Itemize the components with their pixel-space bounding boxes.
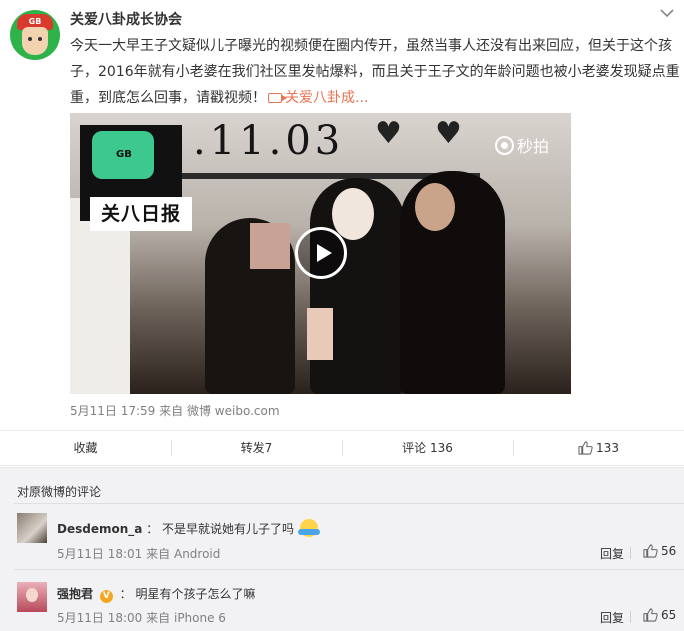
video-frame-face <box>332 188 374 240</box>
reply-button[interactable]: 回复 <box>600 609 624 626</box>
comment-text: 不是早就说她有儿子了吗 <box>162 522 295 536</box>
comment-like-button[interactable]: 56 <box>643 544 676 558</box>
favorite-button[interactable]: 收藏 <box>0 431 171 464</box>
thumbs-up-icon <box>643 608 658 622</box>
thumbs-up-icon <box>578 440 593 455</box>
comment-text: 明星有个孩子怎么了嘛 <box>135 587 256 601</box>
like-count: 133 <box>596 440 619 455</box>
chevron-down-icon[interactable] <box>659 5 675 21</box>
video-link[interactable]: 关爱八卦成... <box>285 90 368 106</box>
play-button[interactable] <box>295 227 347 279</box>
comment-meta: 5月11日 18:00 来自 iPhone 6 <box>57 609 226 626</box>
post-body: 今天一大早王子文疑似儿子曝光的视频便在圈内传开，虽然当事人还没有出来回应，但关于… <box>70 38 680 106</box>
watermark-text: 秒拍 <box>516 137 549 156</box>
thumbs-up-icon <box>643 544 658 558</box>
comments-section: 对原微博的评论 Desdemon_a ： 不是早就说她有儿子了吗 5月11日 1… <box>0 467 684 631</box>
comment-time: 5月11日 18:00 <box>57 611 143 625</box>
source-prefix: 来自 <box>159 404 184 418</box>
commenter-avatar[interactable] <box>17 513 47 543</box>
comment-separator: ： <box>146 522 159 536</box>
heart-icon: ♥ <box>435 116 462 151</box>
comment-source-prefix: 来自 <box>146 611 171 625</box>
comment-source: Android <box>173 547 221 561</box>
logo-bubble-text: GB <box>116 149 132 160</box>
comment-time: 5月11日 18:01 <box>57 547 143 561</box>
heart-icon: ♥ <box>375 116 402 151</box>
post-source[interactable]: 微博 weibo.com <box>187 404 280 418</box>
comment-button[interactable]: 评论 136 <box>342 431 513 464</box>
weibo-post-card: GB 关爱八卦成长协会 今天一大早王子文疑似儿子曝光的视频便在圈内传开，虽然当事… <box>0 0 684 466</box>
verified-badge-icon: V <box>99 590 113 603</box>
avatar-eye <box>28 37 32 41</box>
comment-label: 评论 136 <box>402 441 453 455</box>
divider <box>14 503 684 504</box>
post-timestamp[interactable]: 5月11日 17:59 <box>70 404 155 418</box>
like-button[interactable]: 133 <box>513 431 684 464</box>
divider <box>630 547 631 559</box>
video-link-icon <box>268 93 287 103</box>
avatar-face <box>22 27 48 55</box>
comment-like-count: 56 <box>661 544 677 558</box>
comment-source-prefix: 来自 <box>146 547 171 561</box>
video-frame-mosaic <box>307 308 333 360</box>
author-avatar[interactable]: GB <box>10 10 60 60</box>
avatar-eye <box>38 37 42 41</box>
author-name[interactable]: 关爱八卦成长协会 <box>70 9 182 29</box>
divider <box>14 569 684 570</box>
video-frame-mosaic <box>250 223 290 269</box>
channel-logo: GB 关八日报 <box>80 125 192 231</box>
emoji-icon <box>297 519 320 537</box>
miaopai-watermark: 秒拍 <box>494 133 549 157</box>
logo-caption: 关八日报 <box>90 197 192 231</box>
action-bar: 收藏 转发7 评论 136 133 <box>0 430 684 464</box>
commenter-name[interactable]: 强抱君 <box>57 587 93 601</box>
repost-label: 转发7 <box>240 441 273 455</box>
video-frame-face <box>415 183 455 231</box>
divider <box>630 611 631 623</box>
reply-button[interactable]: 回复 <box>600 545 624 562</box>
post-meta: 5月11日 17:59 来自 微博 weibo.com <box>70 402 280 419</box>
commenter-name[interactable]: Desdemon_a <box>57 522 142 536</box>
miaopai-icon <box>494 135 514 155</box>
comment-like-button[interactable]: 65 <box>643 608 676 622</box>
video-frame-date: .11.03 <box>193 118 345 164</box>
comment-like-count: 65 <box>661 608 677 622</box>
comments-title: 对原微博的评论 <box>17 485 102 499</box>
comment-source: iPhone 6 <box>173 611 226 625</box>
comment-separator: ： <box>119 587 132 601</box>
repost-button[interactable]: 转发7 <box>171 431 342 464</box>
comment-item: Desdemon_a ： 不是早就说她有儿子了吗 <box>57 519 320 537</box>
comment-meta: 5月11日 18:01 来自 Android <box>57 545 220 562</box>
favorite-label: 收藏 <box>73 441 98 455</box>
post-text: 今天一大早王子文疑似儿子曝光的视频便在圈内传开，虽然当事人还没有出来回应，但关于… <box>70 33 680 111</box>
commenter-avatar[interactable] <box>17 582 47 612</box>
video-player[interactable]: .11.03 ♥ ♥ GB 关八日报 秒拍 <box>70 113 571 394</box>
comment-item: 强抱君 V ： 明星有个孩子怎么了嘛 <box>57 585 256 603</box>
